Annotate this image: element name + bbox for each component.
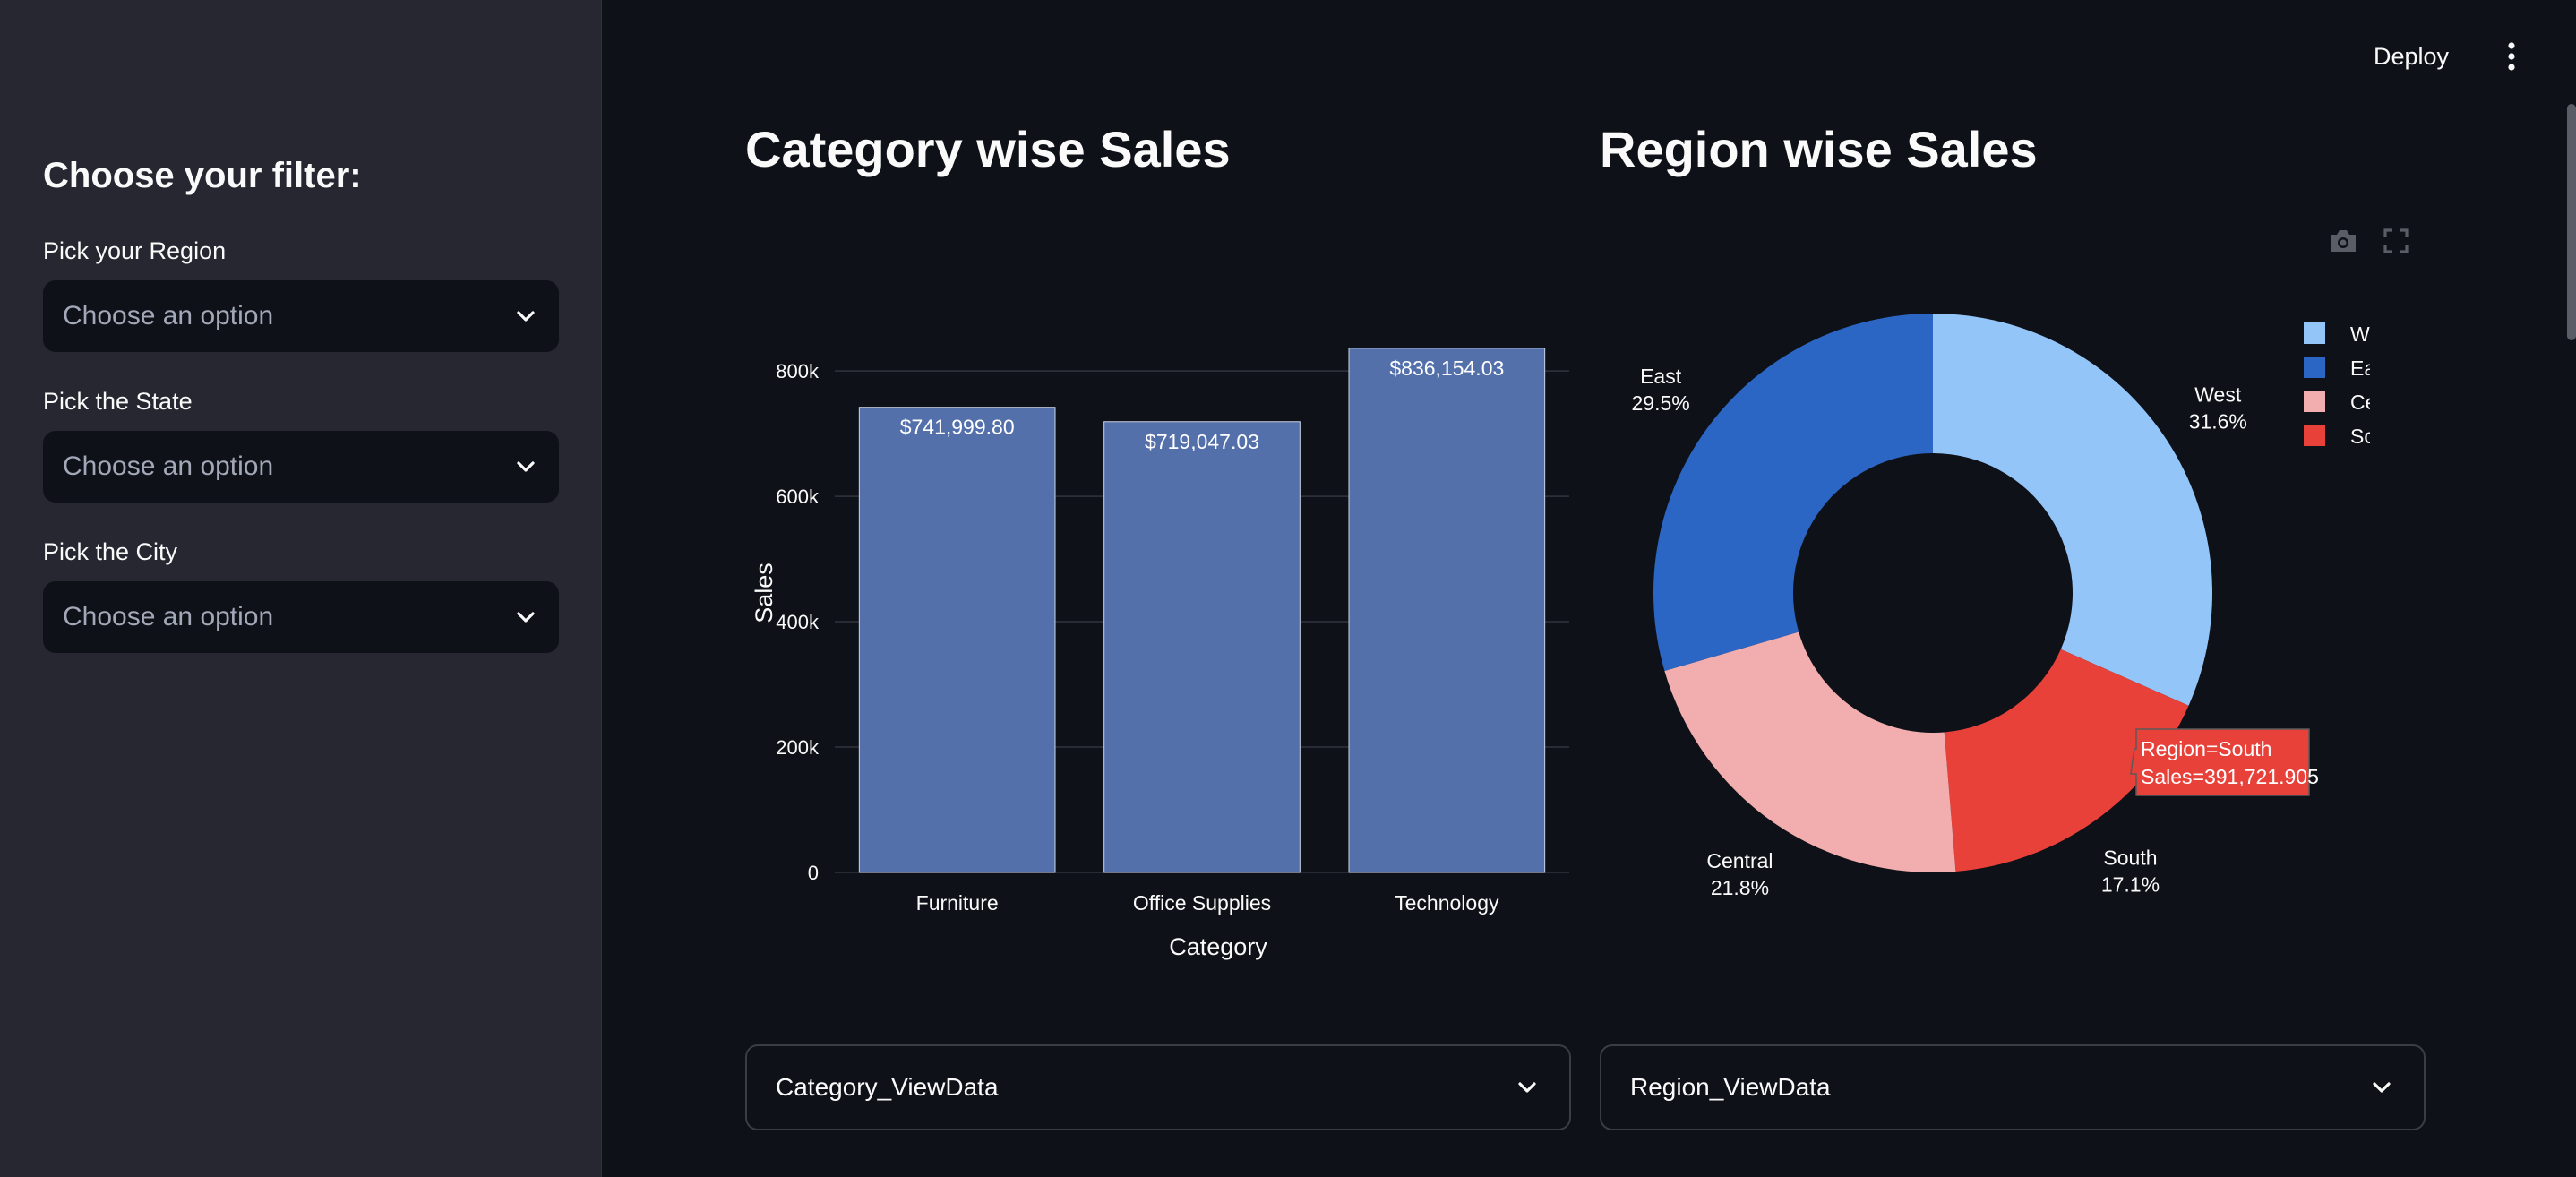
sidebar: Choose your filter: Pick your Region Cho… [0,0,602,1177]
scrollbar-thumb[interactable] [2567,104,2576,340]
chevron-down-icon [1514,1074,1541,1101]
bar-chart-xlabel: Category [1169,933,1267,960]
legend-swatch-south[interactable] [2304,425,2325,446]
bar-xtick-label: Technology [1395,891,1499,915]
legend-label-central[interactable]: Central [2350,391,2370,414]
bar-ytick-label: 800k [776,360,820,382]
legend-label-south[interactable]: South [2350,425,2370,448]
category-viewdata-expander[interactable]: Category_ViewData [745,1044,1571,1130]
sidebar-title: Choose your filter: [43,156,362,195]
bar-data-label: $719,047.03 [1145,430,1259,453]
chevron-down-icon [512,604,539,631]
state-filter-label: Pick the State [43,388,193,415]
legend-label-west[interactable]: West [2350,322,2370,346]
pie-label-name: West [2194,382,2242,406]
legend-swatch-central[interactable] [2304,391,2325,412]
region-sales-heading: Region wise Sales [1600,121,2038,177]
bar-technology[interactable] [1348,348,1546,873]
legend-swatch-east[interactable] [2304,357,2325,378]
bar-office-supplies[interactable] [1103,421,1301,873]
region-filter-label: Pick your Region [43,237,227,264]
state-select-placeholder: Choose an option [63,451,274,481]
chevron-down-icon [512,303,539,330]
region-select-placeholder: Choose an option [63,301,274,331]
tooltip-line2: Sales=391,721.905 [2141,765,2319,788]
bar-xtick-label: Office Supplies [1133,891,1271,915]
bar-ytick-label: 200k [776,736,820,759]
pie-label-name: South [2103,846,2157,870]
bar-xtick-label: Furniture [916,891,999,915]
tooltip-line1: Region=South [2141,737,2271,760]
bar-data-label: $741,999.80 [900,416,1015,439]
region-pie-chart: West 31.6% South 17.1% Central 21.8% East 29.5%… [1632,314,2370,899]
city-select-placeholder: Choose an option [63,602,274,631]
pie-slice-west[interactable] [1933,314,2212,706]
pie-label-percent: 29.5% [1632,391,1690,415]
bar-ytick-label: 400k [776,611,820,633]
pie-label-name: Central [1706,849,1773,872]
camera-icon[interactable] [2327,228,2359,259]
fullscreen-icon[interactable] [2383,228,2409,259]
legend-label-east[interactable]: East [2350,357,2370,380]
deploy-button[interactable]: Deploy [2374,36,2449,77]
pie-slice-central[interactable] [1664,631,1956,872]
bar-furniture[interactable] [858,407,1056,873]
category-bar-chart: 0 200k 400k 600k 800k $741,999.80 $719,047.03… [751,348,1569,960]
pie-label-percent: 31.6% [2189,409,2247,433]
bar-chart-ylabel: Sales [751,563,777,623]
city-filter-label: Pick the City [43,538,178,565]
region-viewdata-label: Region_ViewData [1630,1073,1831,1101]
pie-label-name: East [1640,365,1682,388]
category-sales-heading: Category wise Sales [745,121,1231,177]
region-select[interactable]: Choose an option [43,280,559,352]
bar-data-label: $836,154.03 [1389,357,1504,380]
pie-label-percent: 17.1% [2101,873,2160,897]
bar-ytick-label: 600k [776,485,820,508]
category-viewdata-label: Category_ViewData [776,1073,999,1101]
region-viewdata-expander[interactable]: Region_ViewData [1600,1044,2426,1130]
bar-ytick-label: 0 [808,862,819,884]
legend-swatch-west[interactable] [2304,322,2325,344]
pie-label-percent: 21.8% [1711,876,1769,899]
chevron-down-icon [512,453,539,480]
chevron-down-icon [2368,1074,2395,1101]
more-vertical-icon [2508,42,2515,71]
hover-tooltip: Region=South Sales=391,721.905 [2130,728,2319,796]
main-menu-button[interactable] [2495,36,2528,77]
city-select[interactable]: Choose an option [43,581,559,653]
state-select[interactable]: Choose an option [43,431,559,503]
pie-slice-east[interactable] [1653,314,1933,672]
